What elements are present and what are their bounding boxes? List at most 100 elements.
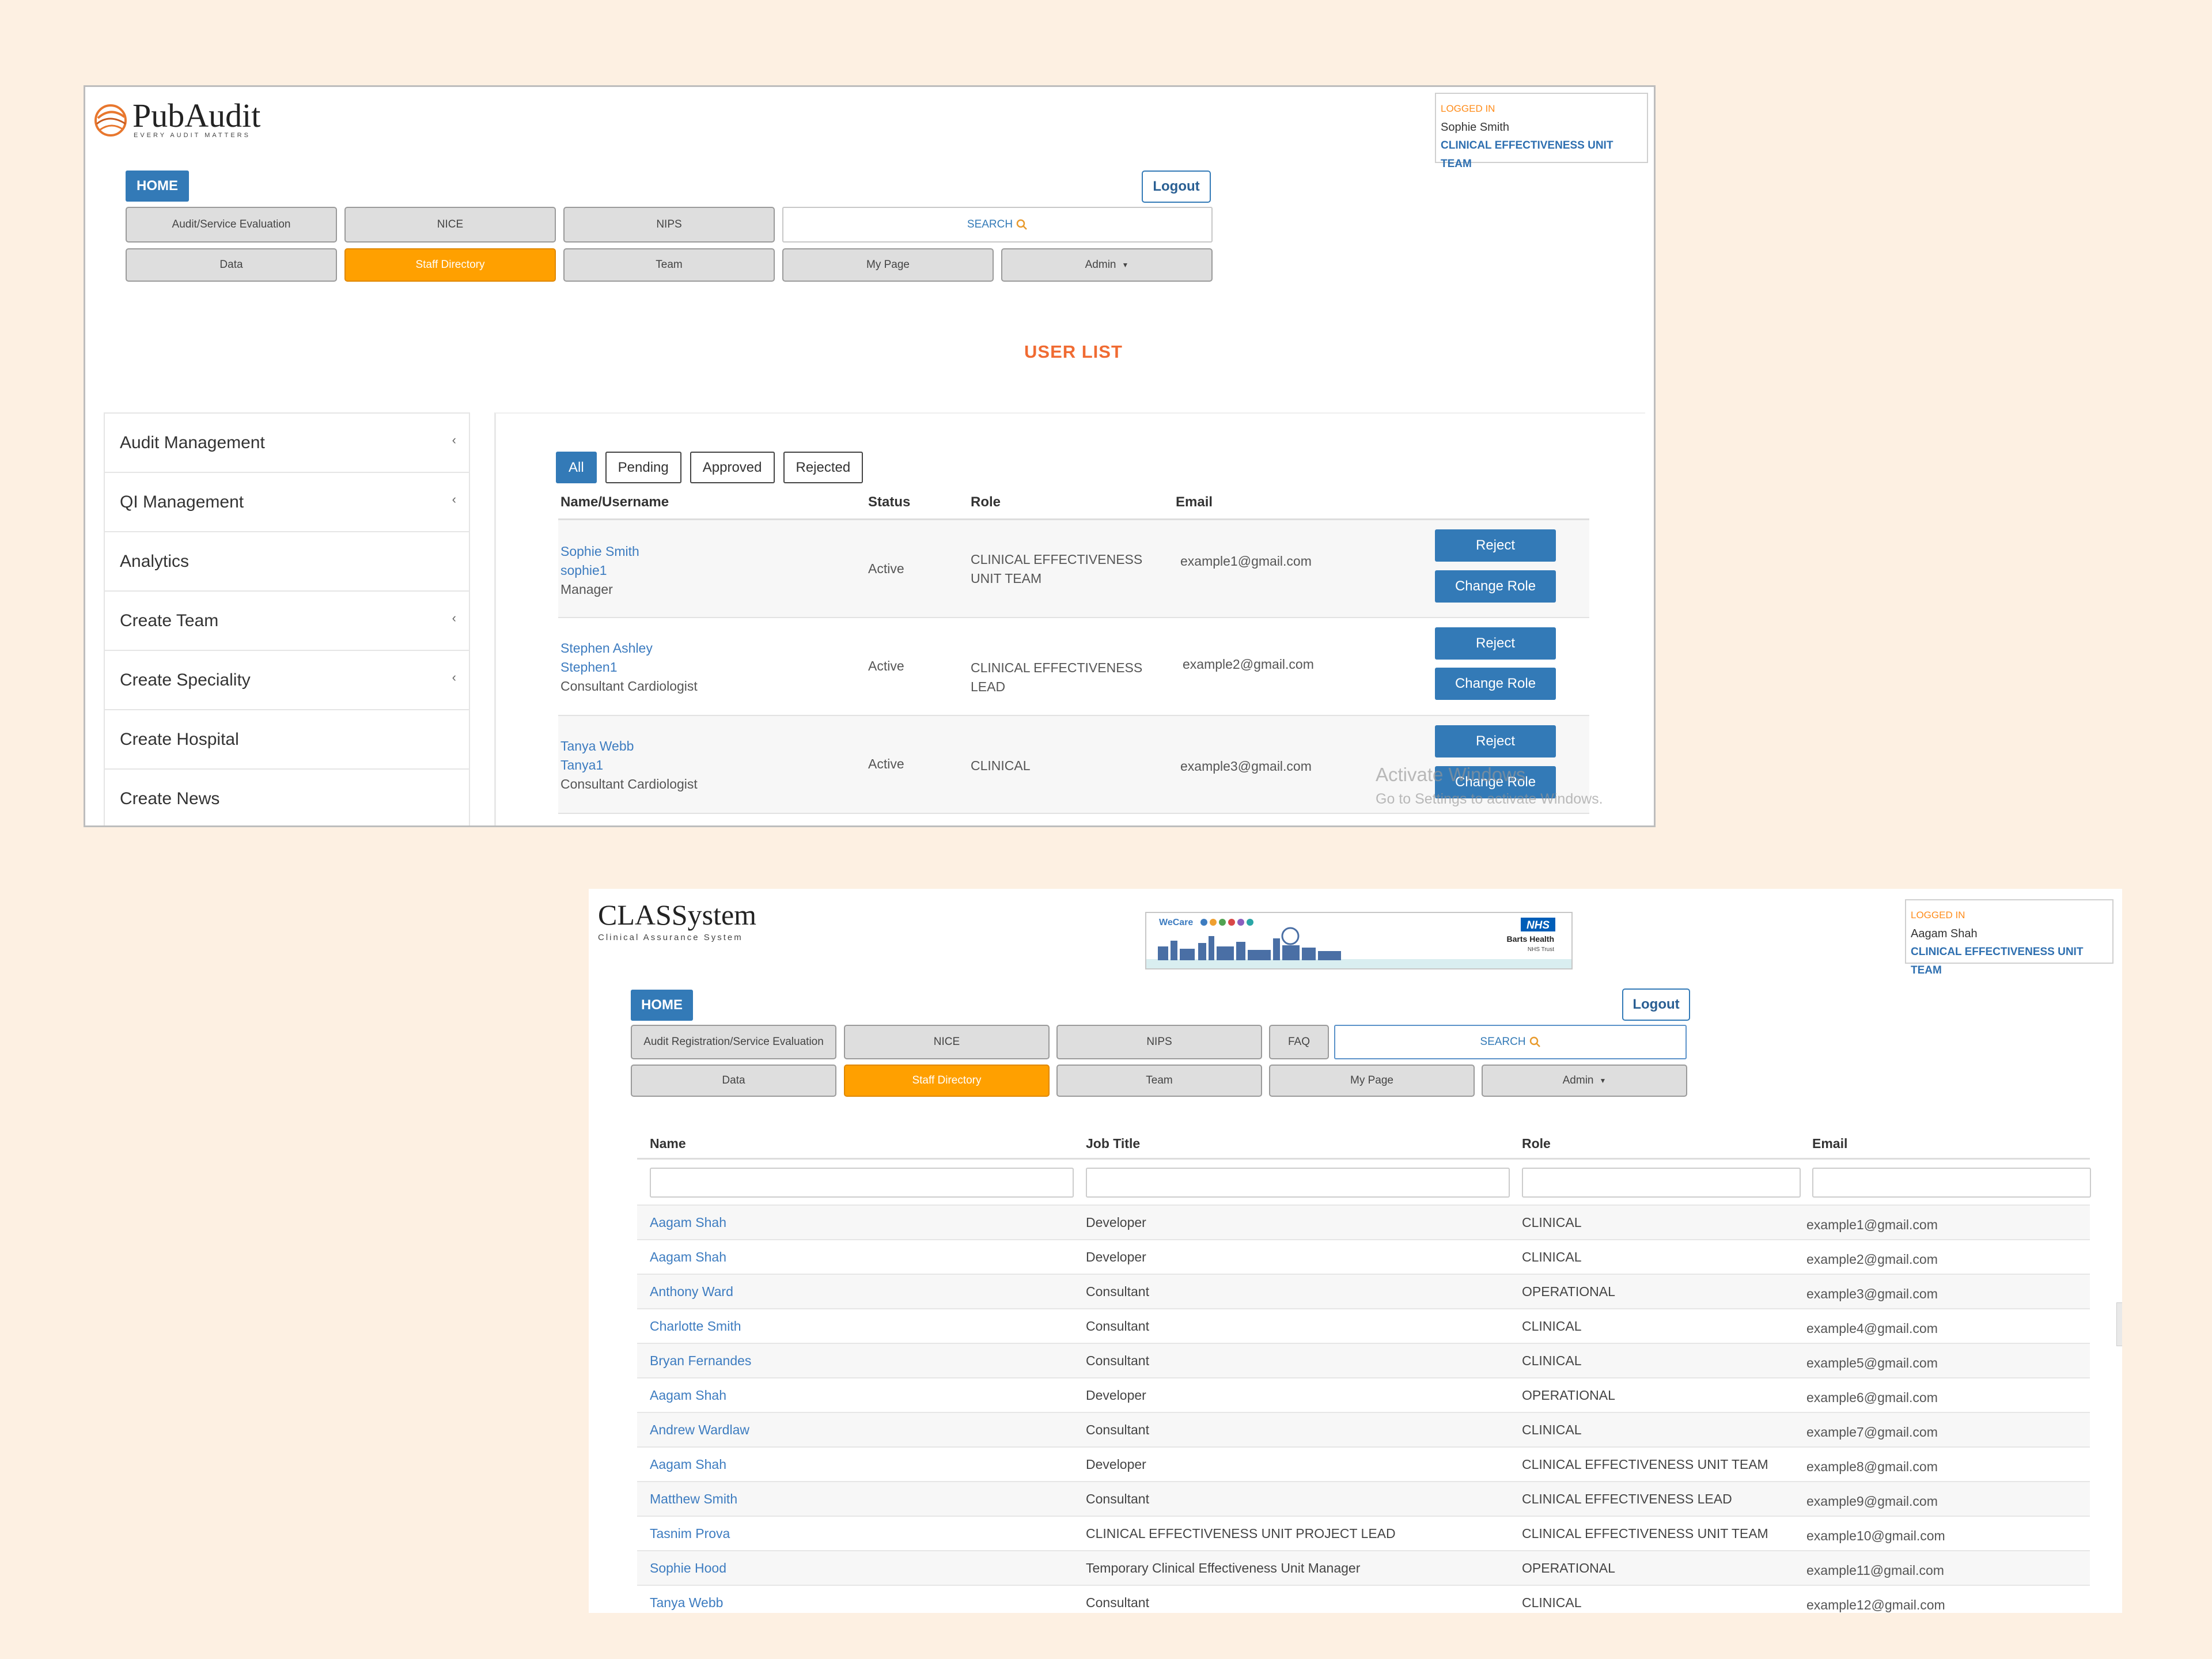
nav-data[interactable]: Data [126,248,337,282]
table-row: Stephen Ashley Stephen1 Consultant Cardi… [558,618,1589,716]
staff-email: example5@gmail.com [1806,1355,1938,1370]
table-row: Matthew Smith Consultant CLINICAL EFFECT… [637,1481,2090,1516]
staff-role: CLINICAL EFFECTIVENESS LEAD [1522,1491,1732,1506]
nav-audit-service-evaluation[interactable]: Audit/Service Evaluation [126,207,337,243]
name-filter-input[interactable] [650,1168,1074,1198]
search-input[interactable]: SEARCH [1334,1025,1687,1059]
user-username-link[interactable]: sophie1 [560,561,639,580]
user-username-link[interactable]: Tanya1 [560,756,698,775]
staff-name-link[interactable]: Charlotte Smith [650,1319,741,1334]
col-status: Status [868,494,911,510]
reject-button[interactable]: Reject [1435,529,1556,562]
search-input[interactable]: SEARCH [782,207,1213,243]
filter-all[interactable]: All [556,452,597,483]
logged-in-label: LOGGED IN [1911,910,1965,921]
role-filter-input[interactable] [1522,1168,1801,1198]
user-role: CLINICAL EFFECTIVENESS LEAD [971,660,1143,694]
reject-button[interactable]: Reject [1435,725,1556,757]
staff-job-title: Developer [1086,1249,1146,1264]
change-role-button[interactable]: Change Role [1435,570,1556,603]
sidebar-item-create-news[interactable]: Create News [105,770,469,825]
pubaudit-logo[interactable]: PubAudit EVERY AUDIT MATTERS [92,99,260,139]
user-username-link[interactable]: Stephen1 [560,658,698,677]
nav-admin-dropdown[interactable]: Admin ▼ [1001,248,1213,282]
user-name-link[interactable]: Tanya Webb [560,737,698,756]
user-email: example2@gmail.com [1183,657,1314,672]
nav-admin-dropdown[interactable]: Admin ▼ [1482,1065,1687,1097]
nav-team[interactable]: Team [563,248,775,282]
search-icon [1016,219,1027,230]
staff-name-link[interactable]: Aagam Shah [650,1457,726,1472]
staff-email: example8@gmail.com [1806,1459,1938,1474]
staff-role: CLINICAL [1522,1595,1582,1610]
staff-name-link[interactable]: Sophie Hood [650,1560,726,1576]
nav-team[interactable]: Team [1056,1065,1262,1097]
user-status: Active [868,756,904,771]
table-row: Andrew Wardlaw Consultant CLINICAL examp… [637,1412,2090,1446]
watermark-title: Activate Windows [1376,764,1526,785]
home-button[interactable]: HOME [631,990,693,1021]
nav-my-page[interactable]: My Page [1269,1065,1475,1097]
staff-role: CLINICAL [1522,1422,1582,1437]
chevron-left-icon: ‹ [452,610,456,625]
table-row: Sophie Smith sophie1 Manager Active CLIN… [558,520,1589,618]
logout-button[interactable]: Logout [1622,988,1690,1021]
logout-button[interactable]: Logout [1142,171,1211,203]
staff-job-title: Consultant [1086,1319,1149,1334]
classystem-logo[interactable]: CLASSystem Clinical Assurance System [598,900,756,942]
sidebar-item-qi-management[interactable]: QI Management ‹ [105,473,469,532]
staff-name-link[interactable]: Andrew Wardlaw [650,1422,749,1438]
city-skyline-banner-icon: WeCare NHS Barts Health NHS Trust [1146,918,1571,968]
filter-pending[interactable]: Pending [605,452,681,483]
staff-email: example4@gmail.com [1806,1321,1938,1336]
home-button[interactable]: HOME [126,171,189,202]
search-icon [1529,1036,1540,1047]
nav-nice[interactable]: NICE [844,1025,1050,1059]
nav-nips[interactable]: NIPS [1056,1025,1262,1059]
staff-name-link[interactable]: Aagam Shah [650,1249,726,1265]
nav-faq[interactable]: FAQ [1269,1025,1329,1059]
staff-email: example9@gmail.com [1806,1494,1938,1509]
sidebar-item-analytics[interactable]: Analytics [105,532,469,592]
chevron-left-icon: ‹ [452,491,456,506]
nav-data[interactable]: Data [631,1065,836,1097]
staff-name-link[interactable]: Matthew Smith [650,1491,737,1507]
user-name-link[interactable]: Sophie Smith [560,542,639,561]
email-filter-input[interactable] [1812,1168,2091,1198]
sidebar-item-audit-management[interactable]: Audit Management ‹ [105,414,469,473]
job-title-filter-input[interactable] [1086,1168,1510,1198]
staff-job-title: Developer [1086,1388,1146,1403]
banner-trust-name: Barts Health [1507,934,1554,944]
staff-name-link[interactable]: Anthony Ward [650,1284,733,1300]
staff-name-link[interactable]: Tasnim Prova [650,1526,730,1541]
reject-button[interactable]: Reject [1435,627,1556,660]
filter-rejected[interactable]: Rejected [783,452,863,483]
nav-staff-directory[interactable]: Staff Directory [844,1065,1050,1097]
staff-name-link[interactable]: Bryan Fernandes [650,1353,751,1369]
nav-audit-registration-service-evaluation[interactable]: Audit Registration/Service Evaluation [631,1025,836,1059]
nav-staff-directory[interactable]: Staff Directory [344,248,556,282]
scrollbar-thumb[interactable] [2116,1302,2122,1346]
staff-role: CLINICAL EFFECTIVENESS UNIT TEAM [1522,1457,1768,1472]
staff-role: CLINICAL [1522,1215,1582,1230]
banner-trust-sub: NHS Trust [1528,946,1554,953]
nav-my-page[interactable]: My Page [782,248,994,282]
table-row: Aagam Shah Developer CLINICAL example1@g… [637,1205,2090,1239]
banner-wecare-text: WeCare [1159,918,1193,927]
table-row: Aagam Shah Developer CLINICAL example2@g… [637,1239,2090,1274]
staff-name-link[interactable]: Aagam Shah [650,1388,726,1403]
change-role-button[interactable]: Change Role [1435,668,1556,700]
sidebar-item-create-speciality[interactable]: Create Speciality ‹ [105,651,469,710]
sidebar-item-create-hospital[interactable]: Create Hospital [105,710,469,770]
user-name-link[interactable]: Stephen Ashley [560,639,698,658]
staff-email: example2@gmail.com [1806,1252,1938,1267]
staff-name-link[interactable]: Aagam Shah [650,1215,726,1230]
nav-nice[interactable]: NICE [344,207,556,243]
sidebar-item-create-team[interactable]: Create Team ‹ [105,592,469,651]
nav-nips[interactable]: NIPS [563,207,775,243]
filter-approved[interactable]: Approved [690,452,775,483]
table-row: Tasnim Prova CLINICAL EFFECTIVENESS UNIT… [637,1516,2090,1550]
staff-email: example6@gmail.com [1806,1390,1938,1405]
staff-name-link[interactable]: Tanya Webb [650,1595,723,1611]
status-filter-group: All Pending Approved Rejected [556,452,863,483]
